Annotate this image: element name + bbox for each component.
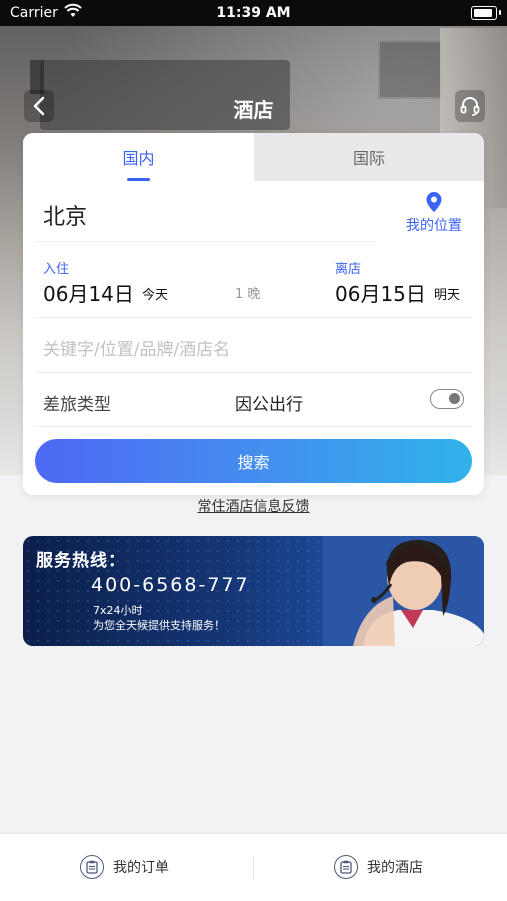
checkin-label: 入住 [43,262,70,277]
my-hotels-button[interactable]: 我的酒店 [334,852,423,882]
divider [35,372,472,373]
checkin-day: 今天 [142,288,169,303]
headset-icon [460,97,480,116]
hotline-number: 400-6568-777 [91,574,250,596]
my-location-label: 我的位置 [406,218,462,234]
customer-service-button[interactable] [455,90,485,122]
checkout-label: 离店 [335,262,362,277]
tab-label: 国内 [122,149,155,168]
divider [35,317,472,318]
my-orders-label: 我的订单 [113,860,169,876]
clipboard-icon [334,855,358,879]
trip-type-label: 差旅类型 [43,395,111,415]
tab-international[interactable]: 国际 [254,133,484,181]
checkin-date[interactable]: 06月14日 [43,278,134,307]
keyword-input[interactable]: 关键字/位置/品牌/酒店名 [43,335,463,360]
checkout-date[interactable]: 06月15日 [335,278,426,307]
service-agent-image [323,536,484,646]
bottom-tab-bar: 我的订单 我的酒店 [0,833,507,901]
clock: 11:39 AM [216,5,291,21]
divider [253,856,254,880]
my-location-button[interactable]: 我的位置 [396,191,472,235]
nav-bar: 酒店 [0,88,507,126]
hotel-search-card: 国内 国际 北京 我的位置 入住 06月14日 今天 1 晚 离店 06月15日… [23,133,484,495]
trip-type-toggle[interactable] [430,389,464,409]
active-tab-indicator [127,178,150,181]
service-hours: 7x24小时 [93,604,143,617]
trip-type-value: 因公出行 [235,395,303,415]
page-title: 酒店 [233,98,274,122]
city-selector[interactable]: 北京 [43,199,87,231]
status-bar: Carrier 11:39 AM [0,0,507,26]
search-button[interactable]: 搜索 [35,439,472,483]
my-hotels-label: 我的酒店 [367,860,423,876]
battery-icon [471,6,497,20]
tab-label: 国际 [352,149,385,168]
clipboard-icon [80,855,104,879]
my-orders-button[interactable]: 我的订单 [80,852,169,882]
divider [35,241,375,242]
nights-count: 1 晚 [235,287,261,302]
hotel-feedback-link[interactable]: 常住酒店信息反馈 [0,496,507,516]
service-hotline-banner[interactable]: 服务热线： 400-6568-777 7x24小时 为您全天候提供支持服务！ [23,536,484,646]
location-pin-icon [426,192,442,212]
banner-title: 服务热线： [36,551,126,571]
checkout-day: 明天 [434,288,461,303]
service-description: 为您全天候提供支持服务！ [93,619,225,632]
divider [35,426,472,427]
toggle-knob [449,393,460,404]
region-tabs: 国内 国际 [23,133,484,181]
battery-tip [499,10,501,15]
tab-domestic[interactable]: 国内 [23,133,254,181]
